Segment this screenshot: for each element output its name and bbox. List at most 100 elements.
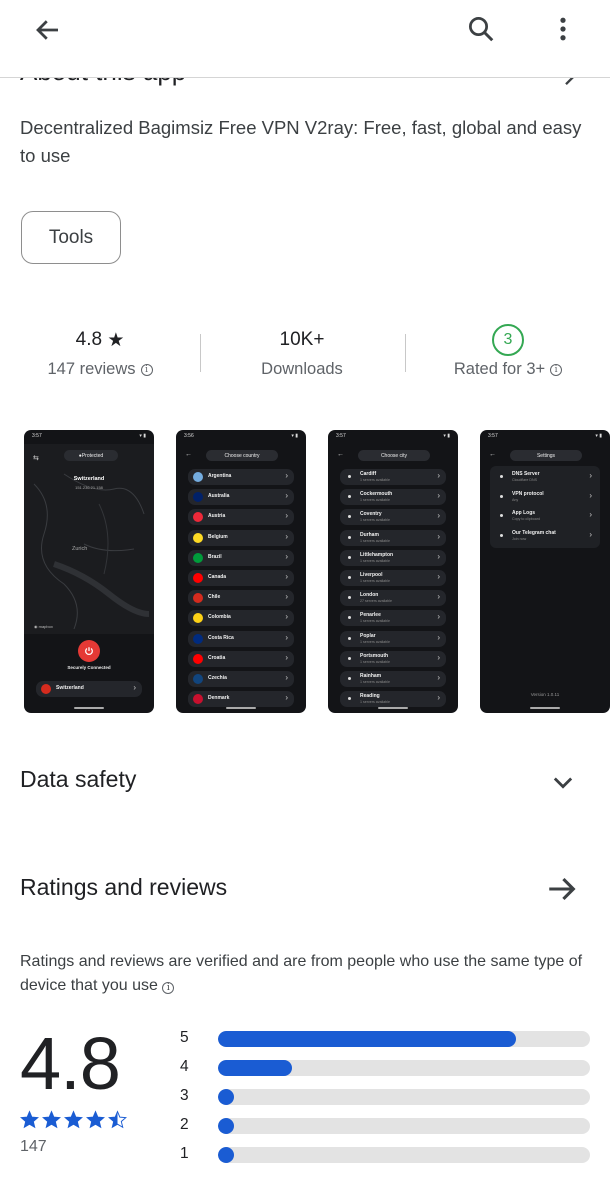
app-description: Decentralized Bagimsiz Free VPN V2ray: F… <box>20 117 582 166</box>
list-item[interactable]: Czechia › <box>188 671 294 687</box>
split-icon[interactable]: ⇆ <box>33 454 39 462</box>
arrow-left-icon[interactable]: ← <box>489 451 496 458</box>
list-item[interactable]: Australia › <box>188 489 294 506</box>
rating-bar-1: 1 <box>180 1143 590 1172</box>
chevron-right-icon: › <box>285 572 288 581</box>
content-rating-stat[interactable]: 3 Rated for 3+ i <box>426 320 590 379</box>
protected-pill: ● Protected <box>64 450 118 461</box>
bullet-icon <box>348 535 351 539</box>
chevron-right-icon: › <box>437 491 440 501</box>
rating-bar-4: 4 <box>180 1056 590 1085</box>
data-safety-title[interactable]: Data safety <box>20 766 136 793</box>
screenshot-4[interactable]: 3:57 ▾ ▮ ← Settings Version 1.0.11 DNS Se… <box>480 430 610 713</box>
status-icons: ▾ ▮ <box>139 433 146 439</box>
list-item-sublabel: 1 servers available <box>360 619 390 624</box>
home-indicator <box>226 707 256 709</box>
list-item-sublabel: 1 servers available <box>360 659 390 664</box>
rating-stat[interactable]: 4.8 ★ 147 reviews i <box>20 320 180 379</box>
list-item[interactable]: London 27 servers available › <box>340 590 446 607</box>
list-item[interactable]: DNS Server Cloudflare DNS › <box>492 469 598 485</box>
home-indicator <box>74 707 104 709</box>
list-item[interactable]: Austria › <box>188 509 294 526</box>
more-options-button[interactable] <box>540 6 586 52</box>
power-icon <box>85 647 93 655</box>
rating-value: 4.8 <box>75 329 103 350</box>
list-item[interactable]: Littlehampton 1 servers available › <box>340 549 446 566</box>
list-item-label: Penarlee <box>360 612 381 619</box>
list-item-sublabel: 1 servers available <box>360 538 390 543</box>
list-item-label: VPN protocol <box>512 490 544 497</box>
list-item[interactable]: Cockermouth 1 servers available › <box>340 489 446 506</box>
connection-status: Securely Connected <box>67 665 111 670</box>
screenshot-carousel[interactable]: 3:57 ▾ ▮ ⇆ ● Protected Switzerland 151.23… <box>0 430 610 714</box>
back-button[interactable] <box>22 8 74 52</box>
list-item[interactable]: Reading 1 servers available › <box>340 691 446 708</box>
list-item[interactable]: App Logs Copy to clipboard › <box>492 508 598 524</box>
rating-bar-label: 2 <box>180 1116 189 1133</box>
chevron-down-icon[interactable] <box>549 768 577 796</box>
list-item-sublabel: 1 servers available <box>360 518 390 523</box>
list-item[interactable]: Rainham 1 servers available › <box>340 671 446 687</box>
list-item[interactable]: Belgium › <box>188 529 294 546</box>
chevron-right-icon: › <box>437 612 440 622</box>
list-item[interactable]: Coventry 1 servers available › <box>340 509 446 526</box>
ip-address: 151.236.21.158 <box>75 485 103 490</box>
list-item[interactable]: Chile › <box>188 590 294 607</box>
list-item[interactable]: Costa Rica › <box>188 630 294 647</box>
list-item[interactable]: Canada › <box>188 570 294 586</box>
reviews-count-label: 147 reviews <box>47 360 136 378</box>
chevron-right-icon: › <box>437 471 440 480</box>
category-chip[interactable]: Tools <box>21 211 121 264</box>
status-time: 3:56 <box>184 433 194 439</box>
chevron-right-icon: › <box>285 652 288 662</box>
list-item[interactable]: Penarlee 1 servers available › <box>340 610 446 627</box>
list-item[interactable]: Cardiff 1 servers available › <box>340 469 446 485</box>
list-item[interactable]: Our Telegram chat Join now › <box>492 528 598 544</box>
arrow-right-icon[interactable] <box>545 872 579 906</box>
rating-bar-track <box>218 1118 590 1134</box>
bullet-icon <box>348 555 351 559</box>
rating-bar-track <box>218 1060 590 1076</box>
flag-icon <box>193 512 203 523</box>
screen-title-pill: Choose city <box>358 450 430 461</box>
arrow-left-icon <box>36 20 58 40</box>
list-item[interactable]: Denmark › <box>188 691 294 708</box>
chevron-right-icon: › <box>285 673 288 682</box>
list-item-label: Denmark <box>208 695 230 702</box>
ratings-reviews-title[interactable]: Ratings and reviews <box>20 874 227 901</box>
search-button[interactable] <box>458 6 504 52</box>
stat-divider <box>405 334 406 372</box>
screenshot-1[interactable]: 3:57 ▾ ▮ ⇆ ● Protected Switzerland 151.23… <box>24 430 154 713</box>
list-item-sublabel: 1 servers available <box>360 700 390 705</box>
list-item[interactable]: Poplar 1 servers available › <box>340 630 446 647</box>
chevron-right-icon: › <box>437 592 440 602</box>
list-item-label: Rainham <box>360 673 382 679</box>
list-item[interactable]: Croatia › <box>188 650 294 667</box>
list-item-label: Poplar <box>360 632 376 639</box>
about-section-peek[interactable]: About this app <box>0 78 610 90</box>
app-version: Version 1.0.11 <box>530 692 560 697</box>
list-item-label: Liverpool <box>360 572 383 578</box>
info-icon[interactable]: i <box>162 982 175 994</box>
chevron-right-icon: › <box>285 491 288 501</box>
list-item[interactable]: Brazil › <box>188 549 294 566</box>
arrow-left-icon[interactable]: ← <box>185 451 192 458</box>
list-item[interactable]: Liverpool 1 servers available › <box>340 570 446 586</box>
rating-bar-label: 4 <box>180 1058 189 1075</box>
selected-country-row[interactable]: Switzerland › <box>36 681 142 697</box>
about-title: About this app <box>20 78 186 87</box>
list-item[interactable]: Colombia › <box>188 610 294 627</box>
list-item[interactable]: Portsmouth 1 servers available › <box>340 650 446 667</box>
screenshot-2[interactable]: 3:56 ▾ ▮ ← Choose country Argentina › Austr… <box>176 430 306 713</box>
arrow-left-icon[interactable]: ← <box>337 451 344 458</box>
chevron-right-icon: › <box>589 510 592 519</box>
pill-label: Protected <box>81 452 104 459</box>
screenshot-3[interactable]: 3:57 ▾ ▮ ← Choose city Cardiff 1 servers a… <box>328 430 458 713</box>
map-credit: ◉ mapbox <box>34 624 53 629</box>
power-button[interactable] <box>78 640 100 662</box>
list-item[interactable]: VPN protocol Any › <box>492 489 598 505</box>
list-item[interactable]: Durham 1 servers available › <box>340 529 446 546</box>
ratings-note: Ratings and reviews are verified and are… <box>20 950 595 998</box>
list-item[interactable]: Argentina › <box>188 469 294 485</box>
bullet-icon <box>348 636 351 640</box>
